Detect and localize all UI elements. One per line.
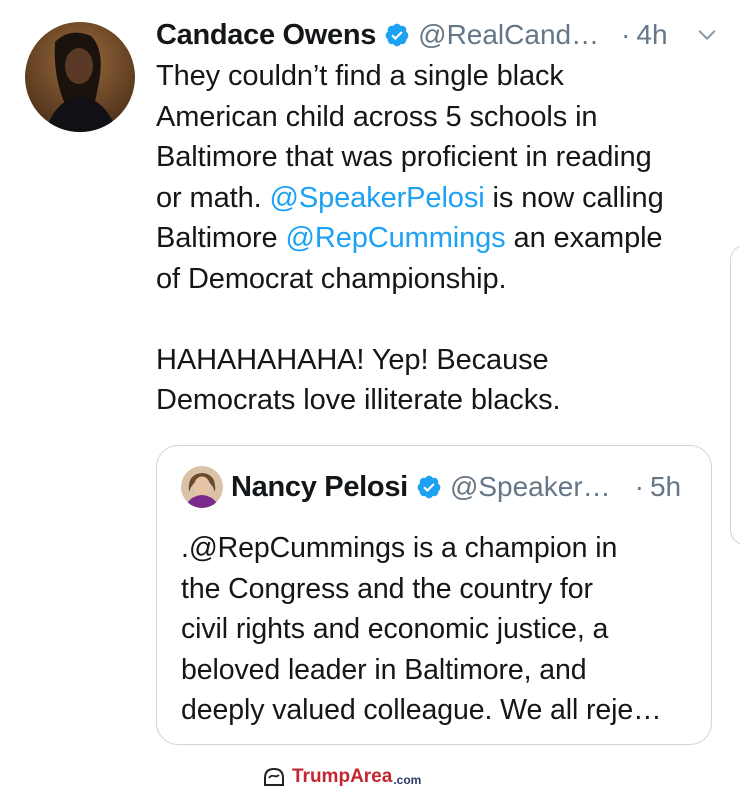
- verified-badge-icon: [385, 23, 409, 47]
- author-avatar[interactable]: [25, 22, 135, 132]
- tweet-text-fragment: or math.: [156, 181, 270, 214]
- tweet-text-fragment: is now calling: [484, 181, 664, 214]
- tweet-text-fragment: an example: [505, 222, 663, 254]
- separator-dot: ·: [621, 19, 631, 50]
- watermark-text-trump: Trump: [292, 766, 351, 787]
- tweet-line: Baltimore @RepCummings an example: [156, 218, 726, 259]
- author-handle[interactable]: @RealCand…: [418, 19, 599, 51]
- tweet-line: HAHAHAHAHA! Yep! Because: [156, 343, 549, 376]
- mention-link[interactable]: @RepCummings: [286, 222, 506, 254]
- quoted-tweet-header: Nancy Pelosi @Speaker… · 5h: [231, 466, 687, 508]
- tweet-header: Candace Owens @RealCand… · 4h: [156, 14, 720, 56]
- watermark: Trump Area .com: [262, 764, 421, 790]
- tweet-line: Democrats love illiterate blacks.: [156, 384, 561, 416]
- quoted-line: civil rights and economic justice, a: [181, 613, 609, 645]
- tweet-text-fragment: Baltimore: [156, 222, 286, 254]
- watermark-text-com: .com: [393, 772, 422, 787]
- tweet-text: They couldn’t find a single black Americ…: [156, 56, 726, 421]
- tweet-line: American child across 5 schools in: [156, 100, 598, 133]
- quoted-author-handle[interactable]: @Speaker…: [450, 471, 611, 503]
- quoted-tweet-time[interactable]: 5h: [650, 471, 681, 503]
- quoted-line: beloved leader in Baltimore, and: [181, 653, 587, 686]
- tweet-line: They couldn’t find a single black: [156, 60, 564, 92]
- tweet-line: or math. @SpeakerPelosi is now calling: [156, 178, 726, 219]
- author-name[interactable]: Candace Owens: [156, 19, 376, 52]
- separator-dot: ·: [634, 471, 644, 502]
- tweet-line: Baltimore that was proficient in reading: [156, 141, 652, 173]
- verified-badge-icon: [417, 475, 441, 499]
- quoted-tweet-card[interactable]: Nancy Pelosi @Speaker… · 5h .@RepCumming…: [156, 445, 712, 745]
- tweet-time[interactable]: 4h: [636, 19, 667, 51]
- quoted-author-avatar: [181, 466, 223, 508]
- watermark-logo-icon: [264, 767, 284, 786]
- quoted-author-name[interactable]: Nancy Pelosi: [231, 471, 408, 504]
- mention-link[interactable]: @SpeakerPelosi: [270, 182, 485, 214]
- watermark-text-area: Area: [350, 766, 393, 787]
- quoted-line: deeply valued colleague. We all reje…: [181, 694, 662, 726]
- quoted-line: the Congress and the country for: [181, 572, 593, 605]
- quoted-line: .@RepCummings is a champion in: [181, 532, 618, 564]
- chevron-down-icon[interactable]: [696, 24, 718, 46]
- tweet-line: of Democrat championship.: [156, 262, 507, 295]
- adjacent-card-edge: [730, 245, 740, 545]
- quoted-tweet-text: .@RepCummings is a champion in the Congr…: [181, 528, 696, 731]
